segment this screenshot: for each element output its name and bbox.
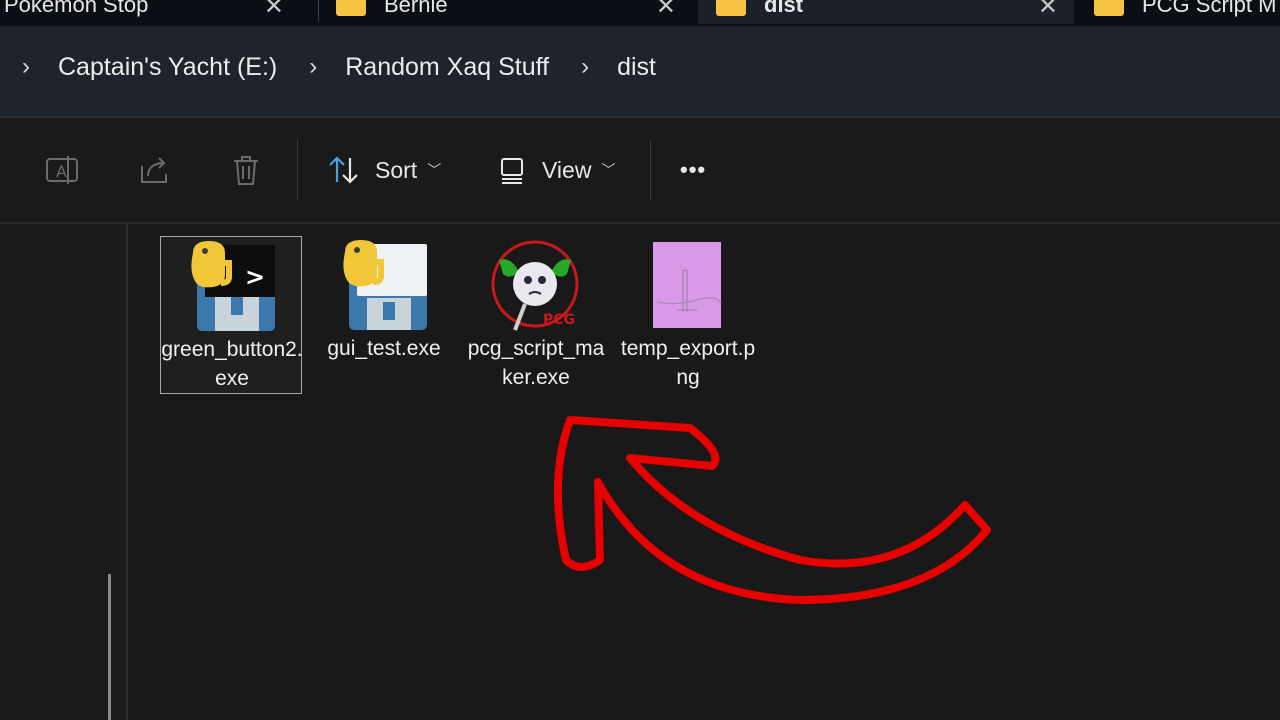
more-icon: ••• bbox=[680, 157, 707, 182]
breadcrumb-item-drive[interactable]: Captain's Yacht (E:) bbox=[58, 53, 277, 82]
file-item-gui-test[interactable]: gui_test.exe bbox=[313, 236, 455, 394]
scrollbar[interactable] bbox=[108, 574, 111, 720]
breadcrumb: › Captain's Yacht (E:) › Random Xaq Stuf… bbox=[0, 53, 656, 82]
tab-label: PCG Script M bbox=[1142, 0, 1277, 17]
file-list[interactable]: > green_button2.exe gui_test.exe PCG pcg… bbox=[130, 224, 1280, 720]
tab-dist[interactable]: dist ✕ bbox=[698, 0, 1074, 24]
delete-icon[interactable] bbox=[228, 152, 264, 188]
folder-icon bbox=[336, 0, 366, 16]
chevron-down-icon: ﹀ bbox=[601, 162, 616, 178]
python-exe-gui-icon bbox=[343, 240, 427, 330]
sort-button[interactable]: Sort ﹀ bbox=[326, 148, 441, 192]
tab-label: dist bbox=[764, 0, 804, 17]
navigation-pane[interactable] bbox=[0, 224, 128, 720]
file-item-temp-export[interactable]: temp_export.png bbox=[617, 236, 759, 394]
breadcrumb-item-folder[interactable]: Random Xaq Stuff bbox=[345, 53, 549, 82]
sort-label: Sort bbox=[375, 156, 418, 183]
pcg-app-icon: PCG bbox=[491, 240, 579, 331]
see-more-button[interactable]: ••• bbox=[680, 148, 706, 192]
tab-label: Pokemon Stop bbox=[4, 0, 149, 17]
file-name: green_button2.exe bbox=[161, 338, 303, 390]
address-bar[interactable]: › Captain's Yacht (E:) › Random Xaq Stuf… bbox=[0, 26, 1280, 116]
folder-icon bbox=[1094, 0, 1124, 16]
toolbar-separator bbox=[297, 140, 298, 200]
file-name: temp_export.png bbox=[620, 337, 756, 389]
file-name: pcg_script_maker.exe bbox=[467, 337, 605, 389]
view-label: View bbox=[542, 156, 592, 183]
svg-text:PCG: PCG bbox=[543, 312, 575, 328]
tab-separator bbox=[318, 0, 319, 22]
rename-icon[interactable]: A bbox=[44, 152, 80, 188]
tab-label: Bernie bbox=[384, 0, 448, 17]
chevron-right-icon[interactable]: › bbox=[581, 53, 589, 81]
chevron-down-icon: ﹀ bbox=[427, 162, 442, 178]
command-bar: A Sort ﹀ View ﹀ ••• bbox=[0, 118, 1280, 222]
file-item-pcg-script-maker[interactable]: PCG pcg_script_maker.exe bbox=[465, 236, 607, 394]
tab-bernie[interactable]: Bernie ✕ bbox=[320, 0, 692, 24]
share-icon[interactable] bbox=[136, 152, 172, 188]
tab-pcg-script[interactable]: PCG Script M bbox=[1078, 0, 1280, 24]
folder-icon bbox=[716, 0, 746, 16]
sort-icon bbox=[329, 156, 358, 184]
chevron-right-icon[interactable]: › bbox=[22, 53, 30, 81]
svg-text:A: A bbox=[56, 162, 67, 181]
toolbar-separator bbox=[650, 140, 651, 200]
breadcrumb-item-current[interactable]: dist bbox=[617, 53, 656, 82]
close-icon[interactable]: ✕ bbox=[264, 0, 284, 21]
tab-strip: Pokemon Stop ✕ Bernie ✕ dist ✕ PCG Scrip… bbox=[0, 0, 1280, 26]
view-button[interactable]: View ﹀ bbox=[498, 148, 615, 192]
file-name: gui_test.exe bbox=[327, 337, 441, 360]
close-icon[interactable]: ✕ bbox=[1038, 0, 1058, 21]
python-exe-console-icon: > bbox=[191, 241, 275, 331]
file-item-green-button2[interactable]: > green_button2.exe bbox=[160, 236, 303, 394]
view-icon bbox=[501, 158, 523, 184]
close-icon[interactable]: ✕ bbox=[656, 0, 676, 21]
png-thumbnail bbox=[653, 242, 722, 328]
chevron-right-icon[interactable]: › bbox=[309, 53, 317, 81]
file-explorer-window: Pokemon Stop ✕ Bernie ✕ dist ✕ PCG Scrip… bbox=[0, 0, 1280, 720]
svg-text:>: > bbox=[245, 263, 265, 291]
tab-pokemon-stop[interactable]: Pokemon Stop ✕ bbox=[0, 0, 300, 24]
